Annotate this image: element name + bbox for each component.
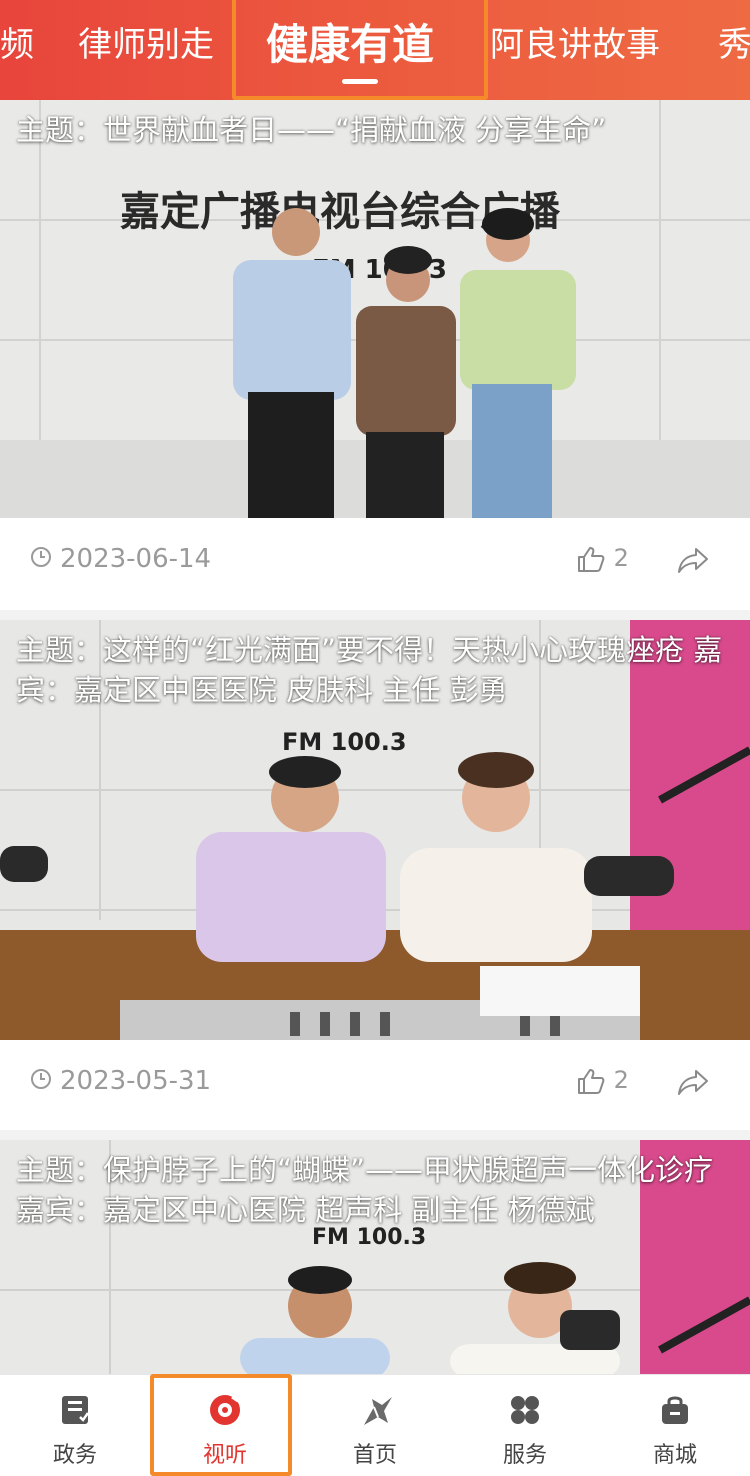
document-icon (58, 1393, 92, 1427)
publish-date: 2023-06-14 (30, 544, 211, 575)
like-button[interactable]: 2 (576, 544, 629, 573)
nav-home[interactable]: 首页 (300, 1375, 450, 1476)
nav-mall[interactable]: 商城 (600, 1375, 750, 1476)
nav-label: 商城 (652, 1443, 697, 1468)
feed-card[interactable]: FM 100.3 主题：保护脖子上的“蝴蝶”——甲状腺超声一体化诊疗 嘉宾：嘉定… (0, 1140, 750, 1374)
nav-media[interactable]: 视听 (150, 1375, 300, 1476)
fm-label: FM 100.3 (282, 728, 407, 756)
share-icon (678, 548, 708, 573)
tab-show[interactable]: 秀 (718, 0, 750, 100)
video-feed[interactable]: 嘉定广播电视台综合广播 FM 100.3 主题：世界献血者日——“捐献血液 分享… (0, 100, 750, 1374)
nav-label: 视听 (202, 1443, 247, 1468)
share-button[interactable] (676, 1068, 710, 1100)
video-title: 主题：保护脖子上的“蝴蝶”——甲状腺超声一体化诊疗 嘉宾：嘉定区中心医院 超声科… (16, 1153, 714, 1227)
clock-icon (30, 1067, 52, 1097)
video-title: 主题：世界献血者日——“捐献血液 分享生命” (16, 113, 607, 147)
nav-label: 服务 (502, 1443, 547, 1468)
like-button[interactable]: 2 (576, 1066, 629, 1095)
tab-stories[interactable]: 阿良讲故事 (490, 0, 660, 100)
like-count: 2 (613, 1066, 629, 1094)
date-text: 2023-05-31 (60, 1066, 212, 1096)
video-meta: 2023-05-31 2 (0, 1040, 750, 1130)
publish-date: 2023-05-31 (30, 1066, 211, 1097)
tab-health[interactable]: 健康有道 (266, 0, 434, 100)
like-count: 2 (613, 544, 629, 572)
video-thumbnail[interactable]: 嘉定广播电视台综合广播 FM 100.3 主题：世界献血者日——“捐献血液 分享… (0, 100, 750, 518)
shopping-bag-icon (658, 1393, 692, 1427)
share-icon (678, 1070, 708, 1095)
grid-icon (508, 1393, 542, 1427)
clock-icon (30, 545, 52, 575)
tab-video[interactable]: 频 (0, 0, 34, 100)
nav-government[interactable]: 政务 (0, 1375, 150, 1476)
video-thumbnail[interactable]: FM 100.3 主题：保护脖子上的“蝴蝶”——甲状腺超声一体化诊疗 嘉宾：嘉定… (0, 1140, 750, 1374)
video-thumbnail[interactable]: FM 100.3 主题：这样的“红光满面”要不得！天热小心玫瑰痤疮 嘉宾：嘉定区… (0, 620, 750, 1040)
share-button[interactable] (676, 546, 710, 578)
bottom-navigation: 政务 视听 首页 服务 商城 (0, 1374, 750, 1476)
active-tab-indicator (342, 79, 378, 84)
tab-lawyer[interactable]: 律师别走 (78, 0, 214, 100)
nav-label: 政务 (52, 1443, 97, 1468)
thumbs-up-icon (578, 547, 605, 572)
video-meta: 2023-06-14 2 (0, 518, 750, 608)
play-disc-icon (208, 1393, 242, 1427)
feed-card[interactable]: 嘉定广播电视台综合广播 FM 100.3 主题：世界献血者日——“捐献血液 分享… (0, 100, 750, 610)
home-logo-icon (358, 1393, 392, 1427)
channel-tab-bar: 频 律师别走 健康有道 阿良讲故事 秀 (0, 0, 750, 100)
nav-label: 首页 (352, 1443, 397, 1468)
nav-services[interactable]: 服务 (450, 1375, 600, 1476)
video-title: 主题：这样的“红光满面”要不得！天热小心玫瑰痤疮 嘉宾：嘉定区中医医院 皮肤科 … (16, 633, 723, 707)
feed-card[interactable]: FM 100.3 主题：这样的“红光满面”要不得！天热小心玫瑰痤疮 嘉宾：嘉定区… (0, 620, 750, 1130)
date-text: 2023-06-14 (60, 544, 212, 574)
thumbs-up-icon (578, 1069, 605, 1094)
